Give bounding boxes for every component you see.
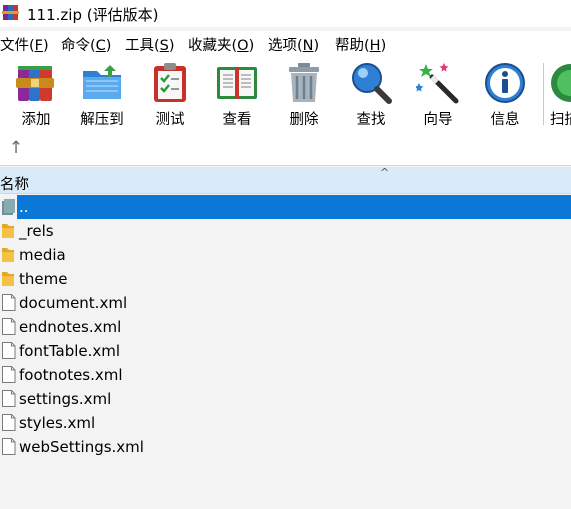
file-icon <box>2 342 16 359</box>
file-name: media <box>19 246 66 264</box>
trash-icon <box>289 63 319 102</box>
file-icon <box>2 294 16 311</box>
toolbar-separator <box>543 63 544 125</box>
file-icon <box>2 414 16 431</box>
window-title: 111.zip (评估版本) <box>27 6 159 24</box>
list-item[interactable]: theme <box>0 267 571 291</box>
list-item[interactable]: fontTable.xml <box>0 339 571 363</box>
add-button[interactable]: 添加 <box>5 61 67 131</box>
list-item[interactable]: media <box>0 243 571 267</box>
file-list: .. _rels media theme document.xml endnot… <box>0 195 571 509</box>
file-name: .. <box>19 198 29 216</box>
toolbar: 添加 解压到 测试 查看 删除 查找 向导 信息 扫 <box>0 55 571 133</box>
find-label: 查找 <box>356 112 386 128</box>
path-bar: ↑ <box>0 133 571 166</box>
file-icon <box>2 366 16 383</box>
sort-ascending-icon: ^ <box>380 166 390 179</box>
list-item[interactable]: endnotes.xml <box>0 315 571 339</box>
magnifier-icon <box>352 63 392 104</box>
winrar-app-icon <box>2 5 19 20</box>
file-icon <box>2 318 16 335</box>
info-label: 信息 <box>490 112 520 128</box>
test-button[interactable]: 测试 <box>139 61 201 131</box>
file-name: theme <box>19 270 68 288</box>
test-clipboard-icon <box>154 63 186 102</box>
list-item[interactable]: .. <box>0 195 571 219</box>
list-item[interactable]: styles.xml <box>0 411 571 435</box>
selection-highlight <box>17 195 571 219</box>
menu-help[interactable]: 帮助(H) <box>335 34 386 55</box>
file-icon <box>2 390 16 407</box>
file-name: _rels <box>19 222 54 240</box>
file-name: styles.xml <box>19 414 96 432</box>
wizard-label: 向导 <box>423 112 453 128</box>
add-archive-icon <box>16 66 54 101</box>
delete-button[interactable]: 删除 <box>273 61 335 131</box>
file-name: fontTable.xml <box>19 342 121 360</box>
delete-label: 删除 <box>289 112 319 128</box>
file-name: webSettings.xml <box>19 438 144 456</box>
view-button[interactable]: 查看 <box>206 61 268 131</box>
folder-icon <box>2 248 14 262</box>
menu-favorites[interactable]: 收藏夹(O) <box>188 34 254 55</box>
up-arrow-icon[interactable]: ↑ <box>7 138 25 158</box>
extract-label: 解压到 <box>80 112 124 128</box>
list-item[interactable]: settings.xml <box>0 387 571 411</box>
extract-button[interactable]: 解压到 <box>71 61 133 131</box>
view-book-icon <box>217 67 257 99</box>
info-icon <box>485 63 525 103</box>
file-name: footnotes.xml <box>19 366 123 384</box>
menu-tools[interactable]: 工具(S) <box>125 34 175 55</box>
list-header: 名称 ^ <box>0 166 571 194</box>
menu-file[interactable]: 文件(F) <box>0 34 49 55</box>
folder-icon <box>2 272 14 286</box>
parent-folder-icon <box>2 199 15 215</box>
list-item[interactable]: _rels <box>0 219 571 243</box>
menu-options[interactable]: 选项(N) <box>268 34 319 55</box>
title-bar: 111.zip (评估版本) <box>0 0 571 27</box>
file-name: settings.xml <box>19 390 112 408</box>
info-button[interactable]: 信息 <box>474 61 536 131</box>
scan-label: 扫描 <box>550 112 571 128</box>
menu-bar: 文件(F) 命令(C) 工具(S) 收藏夹(O) 选项(N) 帮助(H) <box>0 31 571 55</box>
list-item[interactable]: footnotes.xml <box>0 363 571 387</box>
scan-button[interactable]: 扫描 <box>546 61 571 131</box>
view-label: 查看 <box>222 112 252 128</box>
add-label: 添加 <box>21 112 51 128</box>
scan-virus-icon <box>551 64 571 102</box>
test-label: 测试 <box>155 112 185 128</box>
find-button[interactable]: 查找 <box>340 61 402 131</box>
wizard-button[interactable]: 向导 <box>407 61 469 131</box>
folder-icon <box>2 224 14 238</box>
extract-folder-icon <box>83 65 121 99</box>
file-name: endnotes.xml <box>19 318 122 336</box>
magic-wand-icon <box>416 63 459 104</box>
list-item[interactable]: document.xml <box>0 291 571 315</box>
column-name-header[interactable]: 名称 <box>0 173 29 194</box>
list-item[interactable]: webSettings.xml <box>0 435 571 459</box>
menu-commands[interactable]: 命令(C) <box>61 34 111 55</box>
file-name: document.xml <box>19 294 128 312</box>
file-icon <box>2 438 16 455</box>
